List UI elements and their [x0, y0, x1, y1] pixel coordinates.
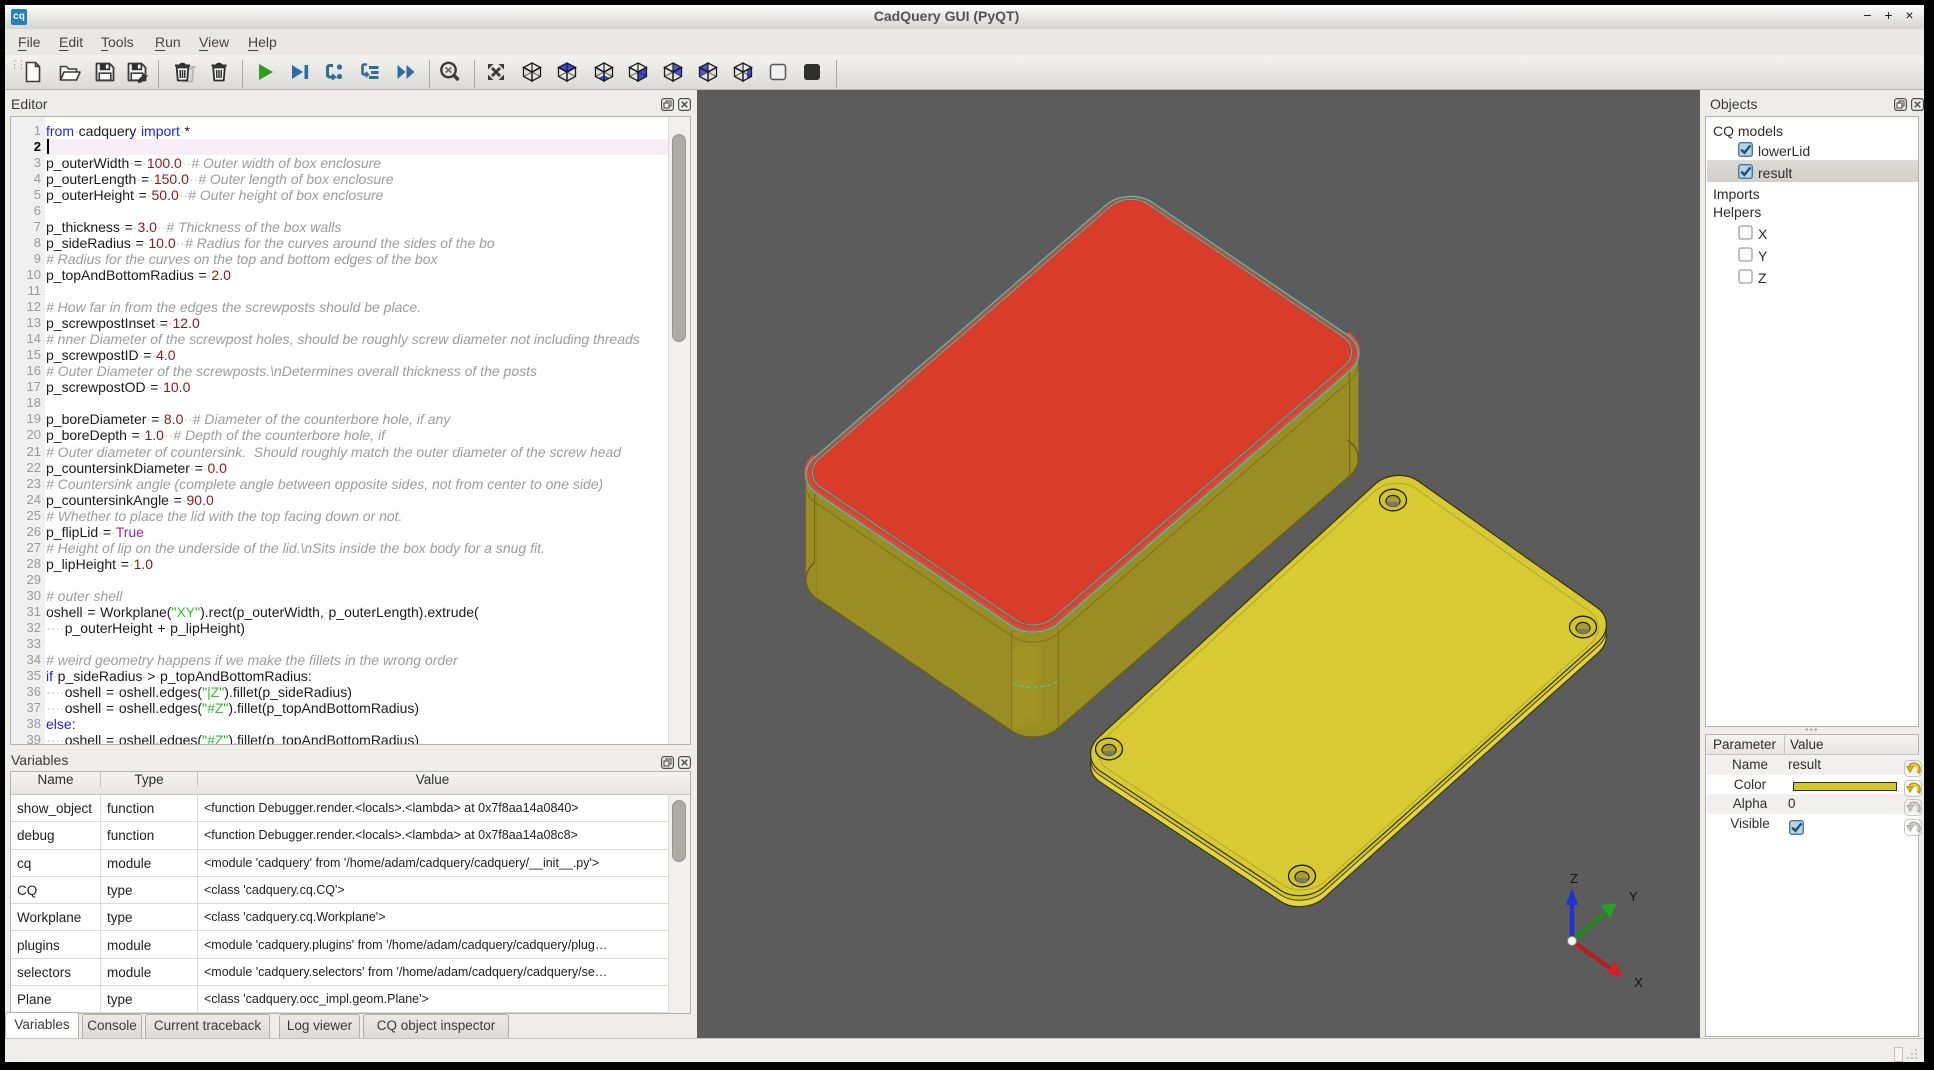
- svg-text:Y: Y: [1629, 889, 1638, 904]
- svg-text:Z: Z: [1570, 871, 1578, 886]
- svg-text:X: X: [1634, 975, 1643, 990]
